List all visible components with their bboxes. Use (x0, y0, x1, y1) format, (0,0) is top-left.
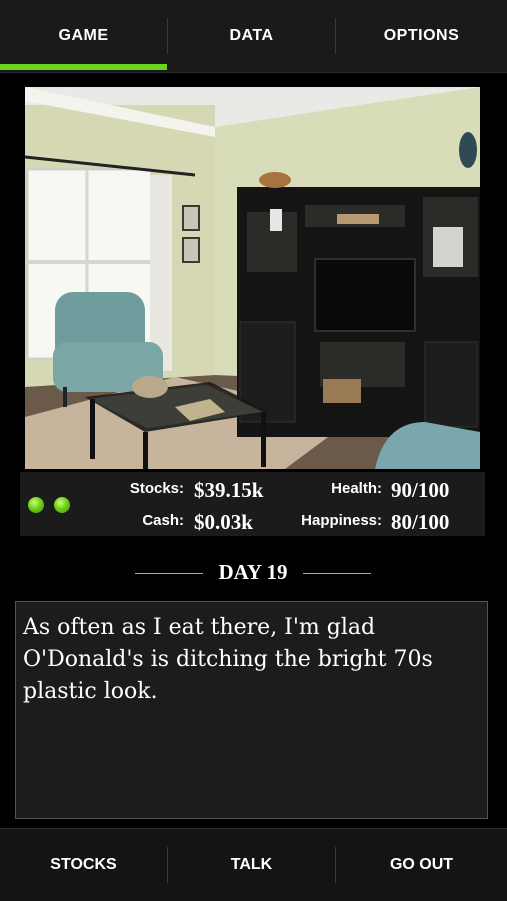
cash-value: $0.03k (194, 510, 253, 534)
go-out-button[interactable]: GO OUT (336, 829, 507, 901)
talk-button[interactable]: TALK (168, 829, 335, 901)
bottom-action-bar: STOCKS TALK GO OUT (0, 828, 507, 901)
tab-game[interactable]: GAME (0, 0, 167, 72)
stats-panel: Stocks: $39.15k Cash: $0.03k Health: 90/… (20, 472, 485, 536)
status-light-icon (54, 497, 70, 513)
stocks-button[interactable]: STOCKS (0, 829, 167, 901)
happiness-label: Happiness: (301, 512, 382, 529)
health-label: Health: (331, 480, 382, 497)
top-tab-bar: GAME DATA OPTIONS (0, 0, 507, 73)
living-room-image (25, 87, 480, 469)
happiness-value: 80/100 (391, 510, 450, 534)
message-text: As often as I eat there, I'm glad O'Dona… (23, 615, 433, 704)
tab-options[interactable]: OPTIONS (336, 0, 507, 72)
tab-data[interactable]: DATA (168, 0, 335, 72)
active-tab-indicator (0, 64, 167, 70)
day-divider-right (303, 573, 371, 574)
stocks-value: $39.15k (194, 478, 264, 502)
stocks-label: Stocks: (129, 480, 184, 497)
health-value: 90/100 (391, 478, 450, 502)
day-title: DAY 19 (218, 560, 288, 584)
cash-label: Cash: (142, 512, 184, 529)
message-box: As often as I eat there, I'm glad O'Dona… (15, 601, 488, 819)
status-light-icon (28, 497, 44, 513)
